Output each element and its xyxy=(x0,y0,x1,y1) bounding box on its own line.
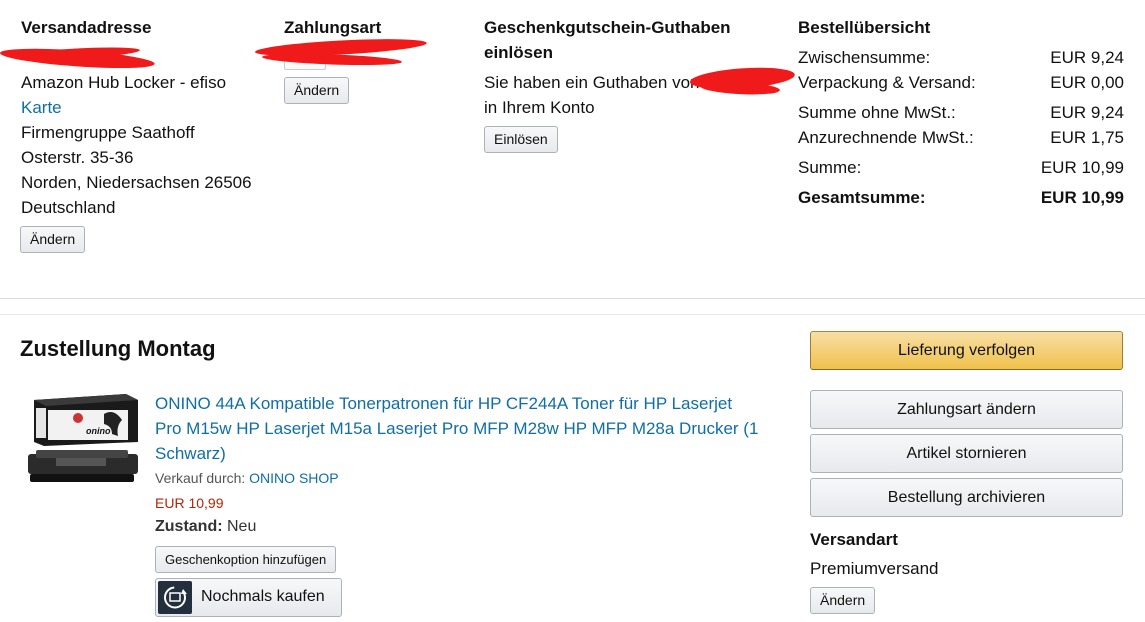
change-shipping-method-button[interactable]: Ändern xyxy=(810,587,876,614)
cancel-items-button[interactable]: Artikel stornieren xyxy=(810,434,1123,473)
archive-order-button[interactable]: Bestellung archivieren xyxy=(810,478,1123,517)
summary-value: EUR 1,75 xyxy=(1050,128,1124,147)
condition-label: Zustand: xyxy=(155,518,223,535)
change-address-button[interactable]: Ändern xyxy=(20,226,86,253)
change-payment-method-button[interactable]: Zahlungsart ändern xyxy=(810,390,1123,429)
giftcard-heading: einlösen xyxy=(484,43,553,62)
summary-label: Summe: xyxy=(798,158,862,177)
product-title-line: ONINO 44A Kompatible Tonerpatronen für H… xyxy=(155,394,733,413)
summary-heading: Bestellübersicht xyxy=(798,18,931,37)
summary-value: EUR 10,99 xyxy=(1040,158,1124,177)
product-image[interactable]: onino xyxy=(26,390,142,496)
summary-label: Zwischensumme: xyxy=(798,48,931,67)
summary-value: EUR 9,24 xyxy=(1050,103,1124,122)
summary-value: EUR 0,00 xyxy=(1050,73,1124,92)
change-payment-button[interactable]: Ändern xyxy=(284,77,350,104)
shipping-heading: Versandadresse xyxy=(21,18,152,37)
shipping-method-value: Premiumversand xyxy=(810,559,939,578)
seller-link[interactable]: ONINO SHOP xyxy=(249,470,338,486)
product-price: EUR 10,99 xyxy=(155,495,224,511)
giftcard-text: in Ihrem Konto xyxy=(484,98,595,117)
summary-label: Anzurechnende MwSt.: xyxy=(798,128,974,147)
product-condition: Zustand: Neu xyxy=(155,518,256,536)
seller-prefix: Verkauf durch: xyxy=(155,470,250,486)
buy-again-icon xyxy=(158,581,192,614)
product-title-line: Schwarz) xyxy=(155,444,226,463)
product-title-link[interactable]: ONINO 44A Kompatible Tonerpatronen für H… xyxy=(155,391,795,466)
refresh-cart-icon xyxy=(164,586,187,609)
section-divider xyxy=(0,314,1145,315)
shipping-line: Deutschland xyxy=(21,198,116,217)
section-divider xyxy=(0,298,1145,299)
giftcard-heading: Geschenkgutschein-Guthaben xyxy=(484,18,731,37)
shipping-line: Amazon Hub Locker - efiso xyxy=(21,73,227,92)
brand-logo: onino xyxy=(86,426,111,436)
redaction-mark xyxy=(261,52,403,67)
shipping-method-heading: Versandart xyxy=(810,530,898,549)
giftcard-text: Sie haben ein Guthaben von xyxy=(484,73,700,92)
toner-icon xyxy=(28,394,138,482)
shipping-line: Norden, Niedersachsen 26506 xyxy=(21,173,252,192)
add-gift-option-button[interactable]: Geschenkoption hinzufügen xyxy=(155,546,337,573)
track-delivery-button[interactable]: Lieferung verfolgen xyxy=(810,331,1123,370)
shipping-line: Osterstr. 35-36 xyxy=(21,148,134,167)
delivery-heading: Zustellung Montag xyxy=(20,336,216,361)
payment-heading: Zahlungsart xyxy=(284,18,382,37)
redeem-button[interactable]: Einlösen xyxy=(484,126,558,153)
condition-value: Neu xyxy=(227,518,257,535)
summary-total-value: EUR 10,99 xyxy=(1040,188,1124,207)
shipping-line: Firmengruppe Saathoff xyxy=(21,123,195,142)
summary-value: EUR 9,24 xyxy=(1050,48,1124,67)
product-title-line: Pro M15w HP Laserjet M15a Laserjet Pro M… xyxy=(155,419,759,438)
map-link[interactable]: Karte xyxy=(21,95,62,120)
buy-again-button[interactable]: Nochmals kaufen xyxy=(155,578,342,617)
summary-label: Summe ohne MwSt.: xyxy=(798,103,956,122)
seller-info: Verkauf durch: ONINO SHOP xyxy=(155,470,339,486)
buy-again-label: Nochmals kaufen xyxy=(201,588,325,605)
summary-label: Verpackung & Versand: xyxy=(798,73,976,92)
summary-total-label: Gesamtsumme: xyxy=(798,188,926,207)
